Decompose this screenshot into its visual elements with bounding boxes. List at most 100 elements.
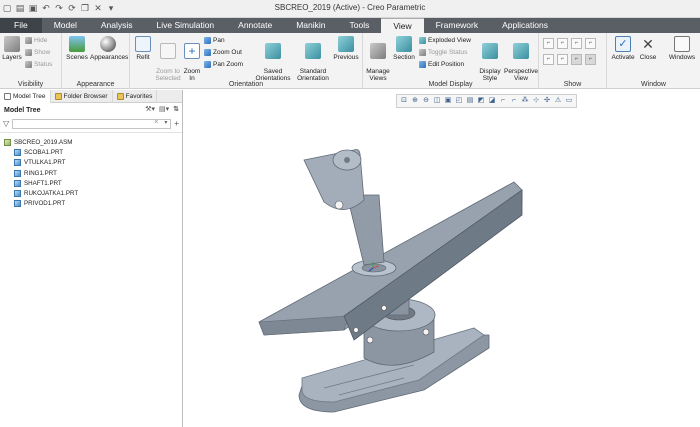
csys-display-icon[interactable]: ⌐ <box>585 38 596 49</box>
tab-model-tree[interactable]: Model Tree <box>0 90 51 103</box>
previous-icon <box>338 36 354 52</box>
refit-button[interactable]: Refit <box>133 36 153 61</box>
zoom-to-selected-button[interactable]: Zoom to Selected <box>154 36 182 82</box>
axis-display-icon[interactable]: ⌐ <box>557 38 568 49</box>
pan-button[interactable]: Pan <box>204 37 225 44</box>
appearances-button[interactable]: Appearances <box>90 36 128 61</box>
tree-item[interactable]: PRIVOD1.PRT <box>0 199 182 209</box>
layers-button[interactable]: Layers <box>2 36 22 61</box>
model-tree-header: Model Tree ⚒▾ ▤▾ ⇅ <box>4 105 179 114</box>
group-label-appearance: Appearance <box>76 81 115 88</box>
part-icon <box>14 179 21 187</box>
tab-view[interactable]: View <box>381 18 424 33</box>
layers-icon <box>4 36 20 52</box>
group-appearance: Scenes Appearances Appearance <box>62 33 130 89</box>
toggle-status-button[interactable]: Toggle Status <box>419 49 467 56</box>
folder-icon <box>54 93 62 100</box>
zoom-out-button[interactable]: Zoom Out <box>204 49 242 56</box>
tree-item[interactable]: RUKOJATKA1.PRT <box>0 188 182 198</box>
part-icon <box>14 169 21 177</box>
tab-live-simulation[interactable]: Live Simulation <box>145 18 227 33</box>
tree-show-icon[interactable]: ▤▾ <box>159 105 169 113</box>
zoom-in-button[interactable]: + Zoom In <box>183 36 201 82</box>
group-model-display: Manage Views Section Exploded View Toggl… <box>363 33 539 89</box>
tree-item[interactable]: VTULKA1.PRT <box>0 158 182 168</box>
tab-annotate[interactable]: Annotate <box>226 18 284 33</box>
zoom-in-icon: + <box>184 43 200 59</box>
filter-icon[interactable]: ▽ <box>3 119 9 128</box>
tree-filter-settings-icon[interactable]: ⇅ <box>173 105 179 113</box>
tree-settings-icon[interactable]: ⚒▾ <box>145 105 155 113</box>
group-label-orientation: Orientation <box>228 81 264 88</box>
scenes-button[interactable]: Scenes <box>66 36 88 61</box>
manage-views-icon <box>370 43 386 59</box>
add-icon[interactable]: + <box>174 119 179 128</box>
section-button[interactable]: Section <box>392 36 416 61</box>
activate-button[interactable]: ✓ Activate <box>609 36 637 61</box>
tab-favorites[interactable]: Favorites <box>113 90 158 103</box>
ribbon: Layers Hide Show Status Visibility Scene… <box>0 33 700 89</box>
scenes-icon <box>69 36 85 52</box>
edit-position-button[interactable]: Edit Position <box>419 61 464 68</box>
status-button[interactable]: Status <box>25 61 52 68</box>
hide-button[interactable]: Hide <box>25 37 47 44</box>
tab-analysis[interactable]: Analysis <box>89 18 145 33</box>
close-window-button[interactable]: ✕ Close <box>637 36 659 61</box>
toggle-status-icon <box>419 49 426 56</box>
previous-button[interactable]: Previous <box>332 36 360 61</box>
manage-views-button[interactable]: Manage Views <box>365 36 391 82</box>
plane-display-icon[interactable]: ⌐ <box>543 38 554 49</box>
refit-icon <box>135 36 151 52</box>
perspective-view-button[interactable]: Perspective View <box>504 36 538 82</box>
status-icon <box>25 61 32 68</box>
point-tag-icon[interactable]: ⌐ <box>571 54 582 65</box>
navigator-tabs: Model Tree Folder Browser Favorites <box>0 90 182 103</box>
perspective-view-icon <box>513 43 529 59</box>
title-bar: ▢ ▤ ▣ ↶ ↷ ⟳ ❐ ✕ ▾ SBCREO_2019 (Active) -… <box>0 0 700 18</box>
tab-model[interactable]: Model <box>42 18 89 33</box>
favorites-icon <box>116 93 124 100</box>
window-title: SBCREO_2019 (Active) - Creo Parametric <box>274 3 426 12</box>
group-label-visibility: Visibility <box>17 81 44 88</box>
standard-orientation-button[interactable]: Standard Orientation <box>296 36 330 82</box>
tree-item[interactable]: SCOBA1.PRT <box>0 147 182 157</box>
tree-item-assembly[interactable]: SBCREO_2019.ASM <box>0 137 182 147</box>
tree-item[interactable]: SHAFT1.PRT <box>0 178 182 188</box>
tab-tools[interactable]: Tools <box>337 18 381 33</box>
annotation-display-icon[interactable]: ⌐ <box>585 54 596 65</box>
display-style-button[interactable]: Display Style <box>477 36 503 82</box>
tab-framework[interactable]: Framework <box>424 18 491 33</box>
clear-search-icon[interactable]: × <box>154 119 158 126</box>
tab-file[interactable]: File <box>0 18 42 33</box>
tab-manikin[interactable]: Manikin <box>284 18 337 33</box>
edit-position-icon <box>419 61 426 68</box>
tab-folder-browser[interactable]: Folder Browser <box>51 90 113 103</box>
close-window-icon: ✕ <box>642 36 654 52</box>
windows-list-icon <box>674 36 690 52</box>
pan-zoom-button[interactable]: Pan Zoom <box>204 61 243 68</box>
group-window: ✓ Activate ✕ Close Windows Window <box>607 33 700 89</box>
chevron-down-icon[interactable]: ▾ <box>164 119 167 126</box>
navigator-panel: Model Tree Folder Browser Favorites Mode… <box>0 90 183 427</box>
tab-applications[interactable]: Applications <box>490 18 560 33</box>
show-icon <box>25 49 32 56</box>
exploded-view-icon <box>419 37 426 44</box>
sphere-icon <box>100 36 116 52</box>
model-tree-controls: ⚒▾ ▤▾ ⇅ <box>145 105 179 113</box>
hide-icon <box>25 37 32 44</box>
plane-tag-icon[interactable]: ⌐ <box>543 54 554 65</box>
show-button[interactable]: Show <box>25 49 50 56</box>
search-input[interactable]: × ▾ <box>12 118 172 129</box>
saved-orientations-button[interactable]: Saved Orientations <box>252 36 294 82</box>
part-icon <box>14 190 21 198</box>
filter-row: ▽ × ▾ + <box>0 117 182 130</box>
windows-button[interactable]: Windows <box>667 36 697 61</box>
part-icon <box>14 159 21 167</box>
graphics-viewport[interactable]: ⊡ ⊕ ⊖ ◫ ▣ ◰ ▤ ◩ ◪ ⌐ ⌐ ⁂ ⊹ ✣ ⚠ ▭ <box>184 90 700 427</box>
exploded-view-button[interactable]: Exploded View <box>419 37 471 44</box>
tree-item[interactable]: RING1.PRT <box>0 168 182 178</box>
assembly-model[interactable] <box>184 90 700 427</box>
axis-tag-icon[interactable]: ⌐ <box>557 54 568 65</box>
group-label-show: Show <box>563 81 582 88</box>
point-display-icon[interactable]: ⌐ <box>571 38 582 49</box>
